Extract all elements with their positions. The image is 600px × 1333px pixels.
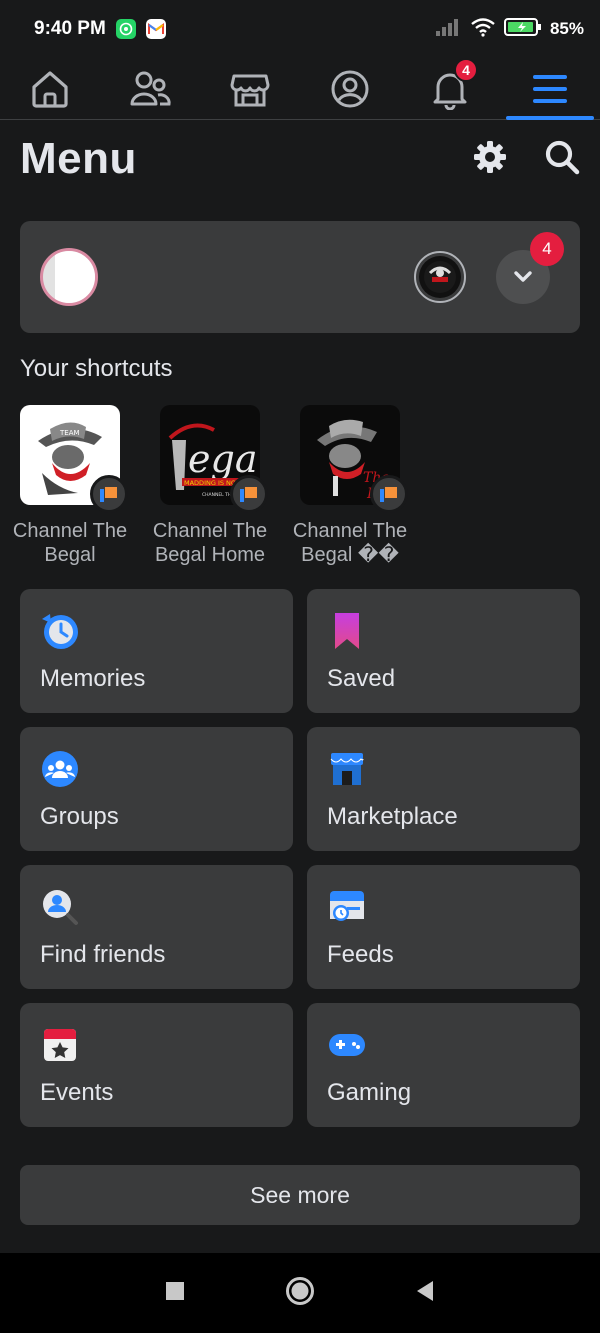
dropdown-badge: 4 [530, 232, 564, 266]
back-triangle-icon [417, 1280, 433, 1301]
top-nav: 4 [0, 58, 600, 120]
tile-label: Gaming [327, 1079, 412, 1106]
avatar[interactable] [40, 248, 98, 306]
home-icon [32, 70, 68, 108]
battery-icon [503, 17, 542, 42]
begal-logo-icon [424, 261, 456, 293]
page-switch-avatar[interactable] [414, 251, 466, 303]
notifications-badge: 4 [454, 58, 478, 82]
home-system-button[interactable] [285, 1276, 315, 1311]
tile-label: Find friends [40, 941, 166, 968]
shortcut-thumbnail: The Be [300, 405, 408, 513]
tile-find-friends[interactable]: Find friends [20, 865, 293, 989]
tab-friends[interactable] [100, 58, 200, 119]
tab-profile[interactable] [300, 58, 400, 119]
tile-feeds[interactable]: Feeds [307, 865, 580, 989]
status-bar: 9:40 PM 85% [0, 0, 600, 58]
status-time: 9:40 PM [34, 18, 106, 39]
marketplace-icon [230, 74, 270, 106]
recents-button[interactable] [165, 1281, 185, 1306]
menu-header: Menu [20, 128, 580, 190]
battery-percent: 85% [549, 19, 584, 38]
menu-tiles: Memories Saved Groups Marketplace Find f… [20, 589, 580, 1127]
tab-home[interactable] [0, 58, 100, 119]
feeds-icon [330, 891, 364, 921]
tile-label: Groups [40, 803, 119, 830]
svg-text:TEAM: TEAM [59, 429, 80, 437]
saved-icon [335, 613, 359, 649]
memories-icon [42, 614, 78, 649]
page-icon [90, 475, 128, 513]
profile-card[interactable]: 4 [20, 221, 580, 333]
shortcut-thumbnail: TEAM [20, 405, 128, 513]
gear-icon [474, 140, 506, 173]
tile-gaming[interactable]: Gaming [307, 1003, 580, 1127]
tile-events[interactable]: Events [20, 1003, 293, 1127]
circle-icon [286, 1276, 314, 1305]
shortcut-label: Channel The Begal [12, 520, 128, 566]
shortcut-item[interactable]: egal MADDING IS NOT CHANNEL THE B Channe… [150, 405, 270, 567]
page-icon [370, 475, 408, 513]
tab-menu[interactable] [500, 58, 600, 120]
friends-icon [130, 71, 171, 105]
account-dropdown-button[interactable]: 4 [496, 232, 564, 304]
tab-marketplace[interactable] [200, 58, 300, 119]
find-friends-icon [43, 890, 78, 925]
wifi-icon [470, 17, 496, 42]
tile-saved[interactable]: Saved [307, 589, 580, 713]
chevron-down-icon [514, 271, 532, 282]
marketplace-icon [330, 753, 364, 785]
page-title: Menu [20, 134, 137, 183]
tile-label: Saved [327, 665, 396, 692]
shortcuts-title: Your shortcuts [20, 355, 173, 382]
signal-icon [435, 18, 462, 41]
tile-label: Marketplace [327, 803, 458, 830]
system-nav-bar [0, 1253, 600, 1333]
shortcut-item[interactable]: TEAM Channel The Begal [10, 405, 130, 567]
shortcut-item[interactable]: The Be Channel The Begal �� [290, 405, 410, 567]
square-icon [166, 1281, 184, 1300]
shortcuts-list: TEAM Channel The Begal egal MADDING IS N… [10, 405, 410, 567]
gmail-icon [145, 19, 166, 39]
search-icon [545, 140, 580, 174]
tile-label: Memories [40, 665, 146, 692]
whatsapp-icon [115, 19, 136, 39]
tile-marketplace[interactable]: Marketplace [307, 727, 580, 851]
tile-memories[interactable]: Memories [20, 589, 293, 713]
groups-icon [42, 751, 78, 787]
tab-notifications[interactable]: 4 [400, 58, 500, 119]
tile-label: Feeds [327, 941, 394, 968]
settings-button[interactable] [472, 139, 508, 180]
shortcut-thumbnail: egal MADDING IS NOT CHANNEL THE B [160, 405, 268, 513]
gaming-icon [329, 1034, 365, 1056]
profile-icon [331, 70, 369, 107]
shortcut-label: Channel The Begal Home [152, 520, 268, 566]
search-button[interactable] [544, 139, 580, 180]
page-icon [230, 475, 268, 513]
menu-icon [533, 74, 567, 103]
tile-label: Events [40, 1079, 114, 1106]
events-icon [44, 1029, 76, 1061]
back-button[interactable] [415, 1280, 435, 1307]
see-more-button[interactable]: See more [20, 1165, 580, 1225]
shortcut-label: Channel The Begal �� [292, 520, 408, 566]
tile-groups[interactable]: Groups [20, 727, 293, 851]
